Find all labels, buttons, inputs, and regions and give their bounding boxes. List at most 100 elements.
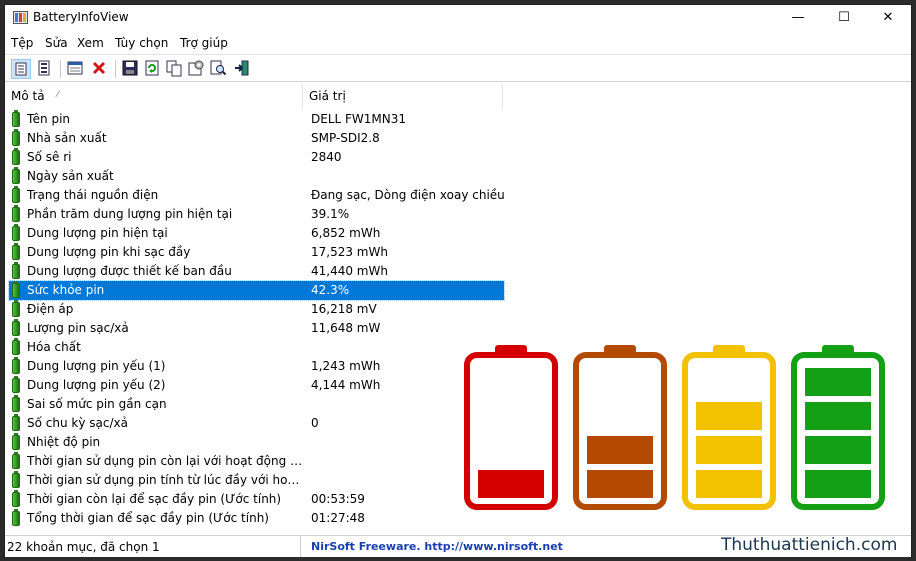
cell-description: Dung lượng pin yếu (2) bbox=[27, 378, 166, 392]
battery-icon bbox=[12, 490, 20, 507]
table-row[interactable]: Nhà sản xuất SMP-SDI2.8 bbox=[5, 129, 911, 148]
battery-icon bbox=[12, 167, 20, 184]
battery-info-view-icon[interactable] bbox=[11, 59, 31, 79]
menu-file[interactable]: Tệp bbox=[11, 36, 33, 50]
options-icon[interactable] bbox=[187, 59, 207, 79]
cell-description: Dung lượng pin yếu (1) bbox=[27, 359, 166, 373]
table-row[interactable]: Điện áp 16,218 mV bbox=[5, 300, 911, 319]
battery-icon bbox=[12, 262, 20, 279]
table-row[interactable]: Số sê ri 2840 bbox=[5, 148, 911, 167]
battery-icon bbox=[12, 129, 20, 146]
status-item-count: 22 khoản mục, đã chọn 1 bbox=[5, 536, 301, 557]
cell-value: 2840 bbox=[311, 150, 342, 164]
cell-value: Đang sạc, Dòng điện xoay chiều bbox=[311, 188, 505, 202]
battery-graphic bbox=[573, 345, 667, 510]
app-icon bbox=[13, 11, 28, 24]
properties-window-icon[interactable] bbox=[66, 59, 86, 79]
table-row[interactable]: Dung lượng pin hiện tại 6,852 mWh bbox=[5, 224, 911, 243]
toolbar bbox=[5, 54, 911, 82]
battery-icon bbox=[12, 224, 20, 241]
save-icon[interactable] bbox=[121, 59, 141, 79]
battery-icon bbox=[12, 452, 20, 469]
battery-icon bbox=[12, 357, 20, 374]
table-row[interactable]: Phần trăm dung lượng pin hiện tại 39.1% bbox=[5, 205, 911, 224]
table-row[interactable]: Sức khỏe pin 42.3% bbox=[5, 280, 911, 301]
cell-description: Phần trăm dung lượng pin hiện tại bbox=[27, 207, 233, 221]
cell-description: Thời gian sử dụng pin còn lại với hoạt đ… bbox=[27, 454, 303, 468]
cell-description: Hóa chất bbox=[27, 340, 81, 354]
cell-description: Thời gian còn lại để sạc đầy pin (Ước tí… bbox=[27, 492, 282, 506]
menu-help[interactable]: Trợ giúp bbox=[180, 36, 228, 50]
battery-levels-illustration bbox=[464, 345, 885, 510]
cell-value: 11,648 mW bbox=[311, 321, 381, 335]
battery-icon bbox=[12, 376, 20, 393]
site-watermark: Thuthuattienich.com bbox=[721, 535, 898, 555]
cell-value: 42.3% bbox=[311, 283, 350, 297]
battery-icon bbox=[12, 395, 20, 412]
title-bar[interactable]: BatteryInfoView — ☐ ✕ bbox=[5, 5, 911, 31]
battery-level-segment bbox=[805, 368, 871, 396]
sort-indicator-icon: ⁄ bbox=[57, 90, 59, 100]
battery-icon bbox=[12, 338, 20, 355]
cell-description: Dung lượng pin hiện tại bbox=[27, 226, 168, 240]
table-row[interactable]: Trạng thái nguồn điện Đang sạc, Dòng điện… bbox=[5, 186, 911, 205]
cell-description: Nhiệt độ pin bbox=[27, 435, 101, 449]
refresh-icon[interactable] bbox=[143, 59, 163, 79]
cell-value: 17,523 mWh bbox=[311, 245, 388, 259]
cell-description: Sai số mức pin gần cạn bbox=[27, 397, 167, 411]
battery-icon bbox=[12, 186, 20, 203]
window-title: BatteryInfoView bbox=[33, 10, 129, 24]
cell-description: Số sê ri bbox=[27, 150, 72, 164]
battery-level-segment bbox=[696, 470, 762, 498]
cell-description: Tên pin bbox=[27, 112, 71, 126]
battery-icon bbox=[12, 319, 20, 336]
log-view-icon[interactable] bbox=[35, 59, 55, 79]
column-header-description[interactable]: Mô tả ⁄ bbox=[5, 84, 303, 108]
maximize-button[interactable]: ☐ bbox=[821, 5, 867, 31]
battery-level-segment bbox=[805, 436, 871, 464]
battery-level-segment bbox=[587, 470, 653, 498]
column-header-value-label: Giá trị bbox=[309, 89, 346, 103]
cell-description: Lượng pin sạc/xả bbox=[27, 321, 129, 335]
delete-icon[interactable] bbox=[90, 59, 110, 79]
menu-bar: Tệp Sửa Xem Tùy chọn Trợ giúp bbox=[5, 33, 911, 53]
battery-level-segment bbox=[805, 402, 871, 430]
table-row[interactable]: Dung lượng được thiết kế ban đầu 41,440 m… bbox=[5, 262, 911, 281]
column-header-value[interactable]: Giá trị bbox=[303, 84, 503, 108]
toolbar-separator bbox=[115, 60, 116, 78]
minimize-button[interactable]: — bbox=[775, 5, 821, 31]
menu-view[interactable]: Xem bbox=[77, 36, 104, 50]
battery-icon bbox=[12, 148, 20, 165]
battery-icon bbox=[12, 110, 20, 127]
cell-description: Tổng thời gian để sạc đầy pin (Ước tính) bbox=[27, 511, 269, 525]
table-row[interactable]: Tên pin DELL FW1MN31 bbox=[5, 110, 911, 129]
table-row[interactable]: Dung lượng pin khi sạc đầy 17,523 mWh bbox=[5, 243, 911, 262]
exit-icon[interactable] bbox=[233, 59, 253, 79]
status-credit-link[interactable]: NirSoft Freeware. http://www.nirsoft.net bbox=[311, 540, 563, 553]
cell-description: Ngày sản xuất bbox=[27, 169, 114, 183]
menu-edit[interactable]: Sửa bbox=[45, 36, 68, 50]
cell-value: 16,218 mV bbox=[311, 302, 377, 316]
column-header-description-label: Mô tả bbox=[11, 89, 45, 103]
table-row[interactable]: Ngày sản xuất bbox=[5, 167, 911, 186]
battery-icon bbox=[12, 471, 20, 488]
cell-description: Thời gian sử dụng pin tính từ lúc đầy vớ… bbox=[27, 473, 303, 487]
battery-icon bbox=[12, 433, 20, 450]
find-icon[interactable] bbox=[209, 59, 229, 79]
column-header-row: Mô tả ⁄ Giá trị bbox=[5, 84, 911, 108]
cell-description: Dung lượng pin khi sạc đầy bbox=[27, 245, 191, 259]
cell-description: Nhà sản xuất bbox=[27, 131, 107, 145]
menu-options[interactable]: Tùy chọn bbox=[115, 36, 168, 50]
battery-icon bbox=[12, 414, 20, 431]
battery-graphic bbox=[791, 345, 885, 510]
cell-value: DELL FW1MN31 bbox=[311, 112, 407, 126]
cell-description: Dung lượng được thiết kế ban đầu bbox=[27, 264, 232, 278]
toolbar-separator bbox=[60, 60, 61, 78]
cell-description: Trạng thái nguồn điện bbox=[27, 188, 159, 202]
close-button[interactable]: ✕ bbox=[865, 5, 911, 31]
cell-value: 41,440 mWh bbox=[311, 264, 388, 278]
copy-icon[interactable] bbox=[165, 59, 185, 79]
battery-icon bbox=[12, 281, 20, 298]
battery-level-segment bbox=[478, 470, 544, 498]
battery-level-segment bbox=[587, 436, 653, 464]
